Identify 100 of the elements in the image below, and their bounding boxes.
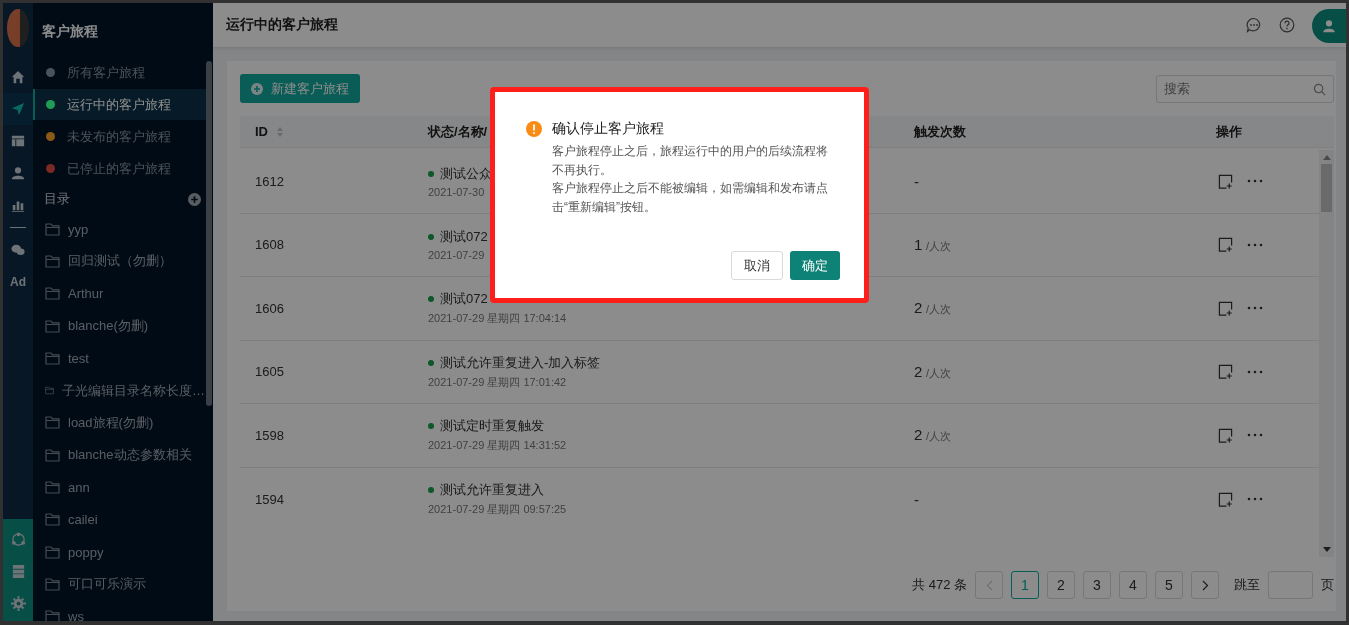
send-icon[interactable]	[3, 93, 33, 125]
folder-icon	[45, 351, 60, 365]
folder-item[interactable]: load旅程(勿删)	[33, 406, 205, 440]
scrollbar-thumb[interactable]	[1321, 164, 1332, 212]
warning-icon	[526, 121, 542, 137]
trigger-count: 2	[914, 426, 923, 444]
column-header: 触发次数	[914, 122, 966, 141]
add-icon[interactable]	[188, 192, 201, 206]
more-icon[interactable]	[1247, 497, 1263, 502]
add-note-icon[interactable]	[1218, 364, 1233, 380]
chevron-left-icon	[985, 579, 993, 591]
sidebar-item[interactable]: 未发布的客户旅程	[33, 121, 206, 152]
page-button[interactable]: 3	[1083, 571, 1111, 599]
folder-icon	[45, 577, 60, 591]
status-dot	[428, 423, 434, 430]
scroll-up-icon[interactable]	[1322, 155, 1331, 160]
more-icon[interactable]	[1247, 179, 1263, 184]
status-dot	[428, 170, 434, 177]
journey-name[interactable]: 测试072	[440, 228, 488, 247]
add-note-icon[interactable]	[1218, 427, 1233, 443]
add-note-icon[interactable]	[1218, 173, 1233, 189]
folder-item[interactable]: cailei	[33, 503, 205, 536]
plus-icon	[251, 82, 263, 95]
page-suffix: 页	[1321, 576, 1334, 594]
journey-name[interactable]: 测试定时重复触发	[440, 417, 544, 436]
folder-item[interactable]: ann	[33, 471, 205, 504]
chat-icon[interactable]	[1246, 17, 1262, 33]
scroll-down-icon[interactable]	[1322, 547, 1331, 552]
folder-icon	[45, 254, 60, 268]
folder-item[interactable]: 子光编辑目录名称长度…	[33, 374, 205, 407]
page-button[interactable]: 4	[1119, 571, 1147, 599]
folder-item[interactable]: yyp	[33, 213, 205, 246]
folder-item[interactable]: test	[33, 342, 205, 375]
folder-icon	[45, 513, 60, 527]
journey-name[interactable]: 测试允许重复进入-加入标签	[440, 353, 601, 372]
journey-name[interactable]: 测试072	[440, 290, 488, 309]
page-button[interactable]: 5	[1155, 571, 1183, 599]
folder-item[interactable]: Arthur	[33, 277, 205, 310]
journey-name[interactable]: 测试允许重复进入	[440, 481, 544, 500]
page-button[interactable]: 1	[1011, 571, 1039, 599]
sidebar-item-label: 已停止的客户旅程	[67, 159, 171, 178]
folder-item[interactable]: poppy	[33, 535, 205, 569]
folder-icon	[45, 319, 60, 333]
add-note-icon[interactable]	[1218, 300, 1233, 316]
sidebar-item-label: 未发布的客户旅程	[67, 127, 171, 146]
sidebar-title: 客户旅程	[41, 22, 99, 41]
sidebar-item-label: 运行中的客户旅程	[67, 95, 171, 114]
folder-item[interactable]: blanche动态参数相关	[33, 439, 205, 472]
status-dot	[428, 234, 434, 241]
trigger-count: 1	[914, 235, 923, 253]
table-cell: 1605	[255, 364, 284, 380]
column-header: ID	[255, 124, 268, 139]
jump-label: 跳至	[1234, 576, 1260, 594]
folder-item[interactable]: ws	[33, 600, 205, 621]
column-header: 操作	[1216, 122, 1242, 141]
more-icon[interactable]	[1247, 306, 1263, 311]
new-journey-button[interactable]: 新建客户旅程	[240, 74, 360, 103]
table-cell: 1606	[255, 300, 284, 316]
ad-button[interactable]: Ad	[3, 266, 33, 298]
count-unit: /人次	[925, 430, 952, 443]
status-dot	[428, 487, 434, 494]
search-field[interactable]: 搜索	[1156, 74, 1334, 103]
add-note-icon[interactable]	[1218, 491, 1233, 507]
trigger-count: 2	[914, 362, 923, 380]
journey-name[interactable]: 测试公众	[440, 164, 492, 183]
journey-date: 2021-07-29 星期四 14:31:52	[428, 438, 567, 454]
sidebar-item[interactable]: 已停止的客户旅程	[33, 153, 206, 184]
add-note-icon[interactable]	[1218, 237, 1233, 253]
more-icon[interactable]	[1247, 369, 1263, 374]
more-icon[interactable]	[1247, 242, 1263, 247]
folder-item[interactable]: 回归测试（勿删）	[33, 245, 205, 278]
trigger-count: -	[914, 490, 919, 508]
table-cell: 1594	[255, 491, 284, 507]
folder-item[interactable]: blanche(勿删)	[33, 309, 205, 343]
column-header: 状态/名称/	[428, 122, 488, 141]
folder-icon	[45, 287, 60, 301]
journey-date: 2021-07-29	[428, 249, 485, 262]
journey-date: 2021-07-29 星期四 09:57:25	[428, 502, 567, 518]
avatar-icon[interactable]	[1312, 9, 1346, 43]
folder-icon	[45, 448, 60, 462]
help-icon[interactable]	[1279, 17, 1295, 33]
cancel-button[interactable]: 取消	[731, 251, 783, 280]
journey-date: 2021-07-29 星期四 17:01:42	[428, 374, 567, 390]
scrollbar[interactable]	[1319, 150, 1334, 557]
status-dot	[428, 296, 434, 303]
table-cell: 1612	[255, 173, 284, 189]
sidebar-item-label: 所有客户旅程	[67, 63, 145, 82]
sidebar-item[interactable]: 所有客户旅程	[33, 57, 206, 88]
search-icon[interactable]	[1313, 82, 1326, 96]
folder-item[interactable]: 可口可乐演示	[33, 568, 205, 601]
journey-date: 2021-07-30	[428, 185, 485, 198]
more-icon[interactable]	[1247, 433, 1263, 438]
sidebar-item[interactable]: 运行中的客户旅程	[33, 89, 206, 120]
dialog-title: 确认停止客户旅程	[552, 120, 664, 138]
total-count: 共 472 条	[912, 576, 967, 594]
confirm-button[interactable]: 确定	[790, 251, 840, 280]
logo-icon	[7, 9, 29, 47]
page-button[interactable]: 2	[1047, 571, 1075, 599]
folder-icon	[45, 545, 60, 559]
status-dot	[428, 359, 434, 366]
